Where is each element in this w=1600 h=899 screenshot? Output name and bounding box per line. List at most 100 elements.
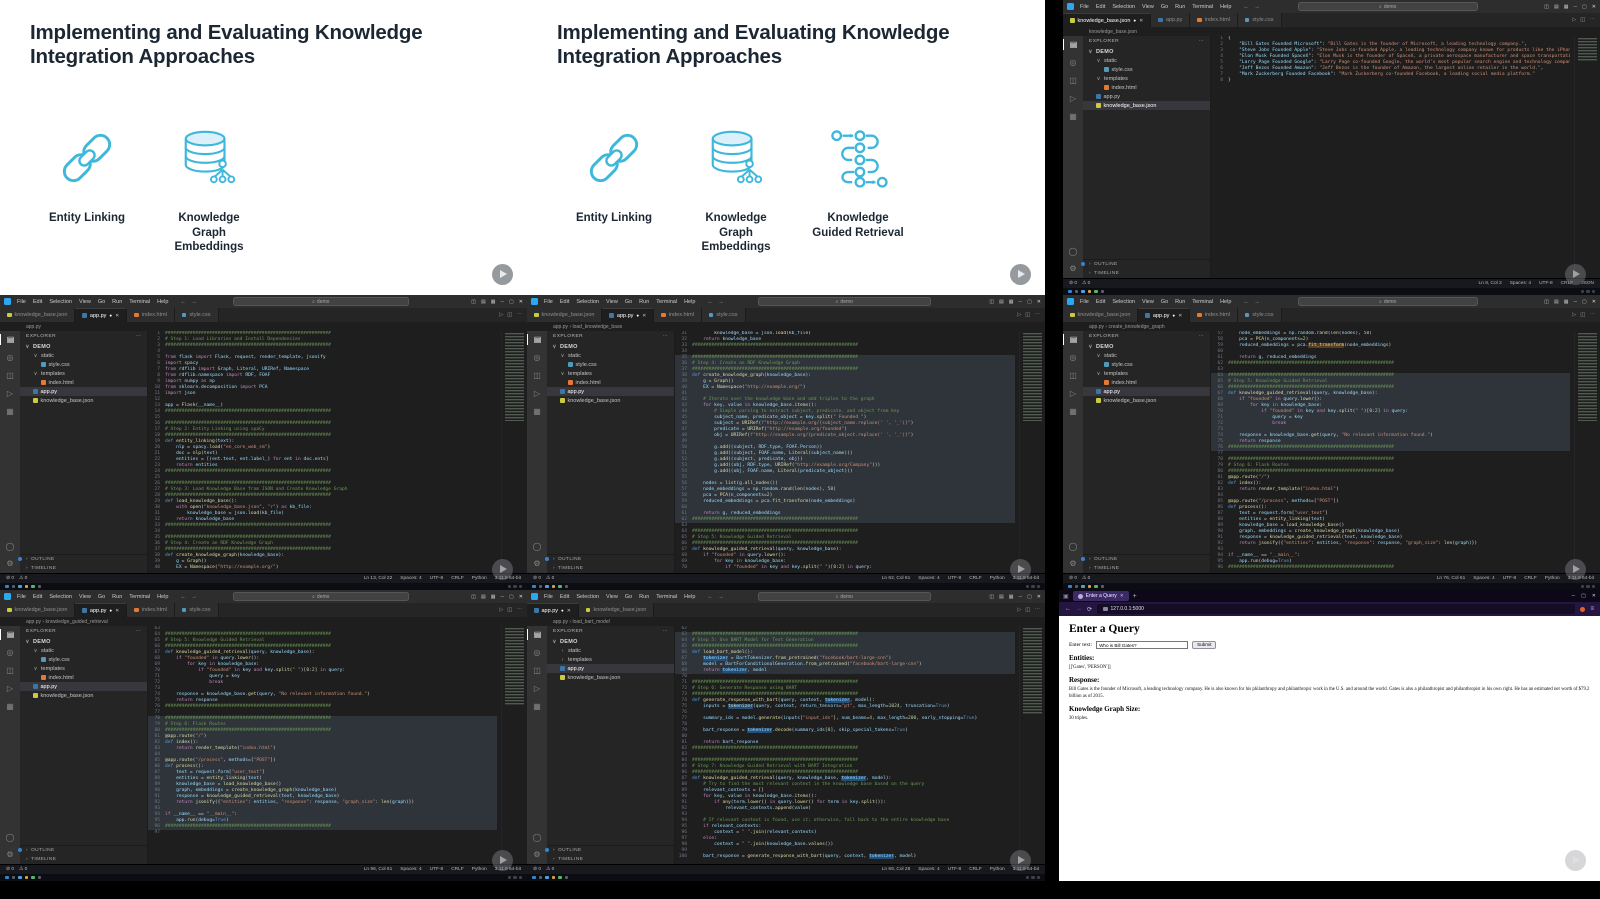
account-icon[interactable]: ◯ xyxy=(0,832,20,843)
editor-tab[interactable]: index.html xyxy=(1190,13,1238,27)
more-actions-icon[interactable]: ⋯ xyxy=(1590,312,1596,318)
file-tree-item-knowledge_base.json[interactable]: knowledge_base.json xyxy=(1083,396,1210,405)
layout-sidebar-icon[interactable]: ▤ xyxy=(1554,4,1559,10)
status-item[interactable]: UTF-8 xyxy=(948,867,962,872)
menu-terminal[interactable]: Terminal xyxy=(655,299,678,305)
close-window-icon[interactable]: ✕ xyxy=(519,299,523,305)
status-item[interactable]: Spaces: 4 xyxy=(1510,281,1531,286)
run-icon[interactable]: ▷ xyxy=(1572,312,1576,318)
start-button-icon[interactable] xyxy=(1068,584,1072,589)
status-item[interactable]: JSON xyxy=(1581,281,1594,286)
taskbar-search-icon[interactable] xyxy=(11,584,15,589)
taskbar-app-icon[interactable] xyxy=(558,875,562,880)
file-tree-item-style.css[interactable]: style.css xyxy=(20,655,147,664)
editor-tab[interactable]: knowledge_base.json xyxy=(0,308,76,322)
close-tab-icon[interactable]: ✕ xyxy=(1120,593,1124,599)
menu-view[interactable]: View xyxy=(78,594,92,600)
breadcrumb[interactable]: app.py › knowledge_guided_retrieval xyxy=(0,617,527,626)
more-actions-icon[interactable]: ⋯ xyxy=(1199,39,1204,44)
taskbar-app-icon[interactable] xyxy=(1100,584,1104,589)
run-icon[interactable]: ▷ xyxy=(499,607,503,613)
taskbar-app-icon[interactable] xyxy=(1081,584,1085,589)
menu-help[interactable]: Help xyxy=(156,299,169,305)
menu-help[interactable]: Help xyxy=(683,594,696,600)
status-item[interactable]: Spaces: 4 xyxy=(1473,576,1494,581)
code-editor[interactable]: 57 node_embeddings = np.random.rand(len(… xyxy=(1211,331,1600,573)
maximize-icon[interactable]: ▢ xyxy=(1582,4,1587,10)
source-control-icon[interactable]: ◫ xyxy=(0,665,20,676)
status-item[interactable]: CRLF xyxy=(969,576,982,581)
file-tree-item-index.html[interactable]: index.html xyxy=(547,378,674,387)
more-actions-icon[interactable]: ⋯ xyxy=(663,629,668,634)
command-search-box[interactable]: ⌕ demo xyxy=(232,592,409,601)
menu-file[interactable]: File xyxy=(1079,299,1090,305)
file-tree-item-templates[interactable]: ∨ templates xyxy=(1083,74,1210,83)
editor-tab[interactable]: index.html xyxy=(127,603,175,617)
close-window-icon[interactable]: ✕ xyxy=(1037,299,1041,305)
extensions-icon[interactable]: ▦ xyxy=(0,701,20,712)
close-tab-icon[interactable]: ✕ xyxy=(115,313,119,319)
breadcrumb[interactable]: knowledge_base.json xyxy=(1063,27,1600,36)
taskbar-app-icon[interactable] xyxy=(24,875,28,880)
more-actions-icon[interactable]: ⋯ xyxy=(1035,607,1041,613)
editor-tab[interactable]: style.css xyxy=(701,308,746,322)
start-button-icon[interactable] xyxy=(532,584,536,589)
warnings-status[interactable]: ⚠ 0 xyxy=(546,576,554,581)
more-actions-icon[interactable]: ⋯ xyxy=(663,334,668,339)
extensions-icon[interactable]: ▦ xyxy=(1063,111,1083,122)
taskbar-app-icon[interactable] xyxy=(564,875,568,880)
history-arrows-icon[interactable]: ← → xyxy=(1243,299,1262,305)
file-tree-item-DEMO[interactable]: ∨ DEMO xyxy=(20,637,147,646)
start-button-icon[interactable] xyxy=(5,584,9,589)
menu-edit[interactable]: Edit xyxy=(559,299,570,305)
reload-icon[interactable]: ⟳ xyxy=(1087,606,1092,613)
file-tree-item-app.py[interactable]: app.py xyxy=(1083,387,1210,396)
editor-tab[interactable]: style.css xyxy=(174,308,219,322)
file-tree-item-knowledge_base.json[interactable]: knowledge_base.json xyxy=(20,691,147,700)
layout-sidebar-icon[interactable]: ▤ xyxy=(999,594,1004,600)
account-icon[interactable]: ◯ xyxy=(1063,541,1083,552)
file-tree-item-knowledge_base.json[interactable]: knowledge_base.json xyxy=(20,396,147,405)
minimap[interactable] xyxy=(1574,331,1600,573)
layout-grid-icon[interactable]: ▦ xyxy=(1009,594,1014,600)
status-item[interactable]: Python xyxy=(990,576,1005,581)
status-item[interactable]: Spaces: 4 xyxy=(400,867,421,872)
status-item[interactable]: Python xyxy=(472,576,487,581)
explorer-icon[interactable]: ▤ xyxy=(0,334,20,345)
close-tab-icon[interactable]: ✕ xyxy=(642,313,646,319)
warnings-status[interactable]: ⚠ 0 xyxy=(546,867,554,872)
close-window-icon[interactable]: ✕ xyxy=(519,594,523,600)
maximize-icon[interactable]: ▢ xyxy=(509,594,514,600)
sidebar-section-timeline[interactable]: › TIMELINE xyxy=(547,855,674,864)
more-actions-icon[interactable]: ⋯ xyxy=(1199,334,1204,339)
command-search-box[interactable]: ⌕ demo xyxy=(1297,2,1478,11)
errors-status[interactable]: ⊘ 0 xyxy=(1069,281,1077,286)
taskbar-app-icon[interactable] xyxy=(1087,289,1091,294)
split-editor-icon[interactable]: ◫ xyxy=(1580,17,1585,23)
menu-run[interactable]: Run xyxy=(638,299,650,305)
layout-panel-icon[interactable]: ◫ xyxy=(1544,4,1549,10)
menu-view[interactable]: View xyxy=(605,594,619,600)
menu-go[interactable]: Go xyxy=(97,299,106,305)
minimize-icon[interactable]: ─ xyxy=(500,594,504,600)
system-tray[interactable] xyxy=(1580,584,1595,589)
status-item[interactable]: Ln 8, Col 2 xyxy=(1479,281,1502,286)
extensions-icon[interactable]: ▦ xyxy=(0,406,20,417)
menu-run[interactable]: Run xyxy=(638,594,650,600)
more-actions-icon[interactable]: ⋯ xyxy=(136,334,141,339)
account-icon[interactable]: ◯ xyxy=(527,832,547,843)
maximize-icon[interactable]: ▢ xyxy=(1581,593,1586,599)
maximize-icon[interactable]: ▢ xyxy=(1027,594,1032,600)
status-item[interactable]: CRLF xyxy=(451,867,464,872)
menu-run[interactable]: Run xyxy=(1174,299,1186,305)
status-item[interactable]: UTF-8 xyxy=(1539,281,1553,286)
run-icon[interactable]: ▷ xyxy=(1017,312,1021,318)
editor-tab[interactable]: style.css xyxy=(1237,308,1282,322)
code-editor[interactable]: 63 64 ####################################… xyxy=(148,626,527,864)
extension-icon[interactable] xyxy=(1580,606,1586,612)
menu-edit[interactable]: Edit xyxy=(559,594,570,600)
editor-tab[interactable]: index.html xyxy=(127,308,175,322)
gear-icon[interactable]: ⚙ xyxy=(527,848,549,860)
file-tree-item-knowledge_base.json[interactable]: knowledge_base.json xyxy=(1083,101,1210,110)
file-tree-item-static[interactable]: ∨ static xyxy=(1083,56,1210,65)
